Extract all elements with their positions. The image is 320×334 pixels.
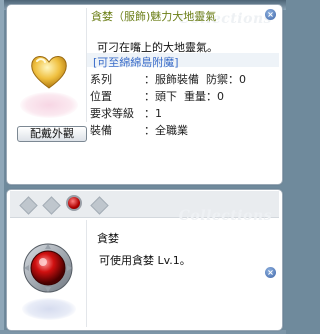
item-info-window: Collections × 配戴外觀 貪婪（服飾)魅力大地靈氣 可刁在嘴上的大地… <box>6 4 283 185</box>
empty-slot-icon[interactable] <box>19 196 38 215</box>
card-title: 貪婪 <box>97 232 119 245</box>
red-orb-slot-icon[interactable] <box>66 195 82 211</box>
golden-heart-icon <box>31 56 67 89</box>
stat-key: 防禦 <box>206 73 228 86</box>
stat-key: 要求等級 <box>90 107 134 120</box>
close-button[interactable]: × <box>265 9 276 20</box>
stat-row-position: 位置 ：頭下 重量：0 <box>90 90 224 103</box>
stat-value: 1 <box>155 107 162 120</box>
stat-row-equip: 裝備 ：全職業 <box>90 124 188 137</box>
stat-key: 裝備 <box>90 124 112 137</box>
stat-row-series: 系列 ：服飾裝備 防禦：0 <box>90 73 246 86</box>
item-title: 貪婪（服飾)魅力大地靈氣 <box>91 10 217 23</box>
card-info-window: Collections × 貪婪 可使用貪婪 Lv.1。 <box>6 189 283 331</box>
stat-key: 系列 <box>90 73 112 86</box>
stat-value: 0 <box>239 73 246 86</box>
empty-slot-icon[interactable] <box>90 196 109 215</box>
enchant-link[interactable]: [可至綿綿島附魔] <box>93 54 179 70</box>
stat-key: 位置 <box>90 90 112 103</box>
stat-row-required-level: 要求等級 ：1 <box>90 107 162 120</box>
card-image-panel <box>10 220 87 327</box>
close-button[interactable]: × <box>265 267 276 278</box>
item-image-panel: 配戴外觀 <box>10 8 87 142</box>
card-description: 可使用貪婪 Lv.1。 <box>99 254 191 267</box>
orb-glow <box>22 298 76 320</box>
stat-value: 頭下 <box>155 90 177 103</box>
stat-key: 重量 <box>184 90 206 103</box>
stat-value: 服飾裝備 <box>155 73 199 86</box>
game-background-edge <box>0 0 4 334</box>
watermark-text: Collections <box>178 208 272 224</box>
enchant-link-row: [可至綿綿島附魔] <box>87 53 279 70</box>
item-stats: 系列 ：服飾裝備 防禦：0 位置 ：頭下 重量：0 要求等級 ：1 裝備 ：全職業 <box>90 71 246 139</box>
aura-glow <box>20 92 78 118</box>
stat-value: 0 <box>217 90 224 103</box>
empty-slot-icon[interactable] <box>42 196 61 215</box>
wear-appearance-button[interactable]: 配戴外觀 <box>17 126 87 142</box>
red-orb-icon <box>23 243 73 293</box>
stat-value: 全職業 <box>155 124 188 137</box>
